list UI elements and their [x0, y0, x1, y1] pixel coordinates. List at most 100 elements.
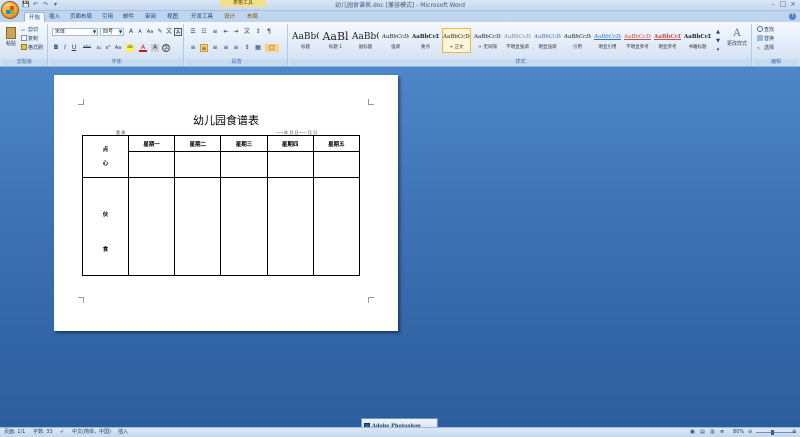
- header-monday[interactable]: 星期一: [127, 135, 176, 152]
- document-page[interactable]: 幼儿园食谱表 第 周 ——年 月 日—— 月 日 点 心 星期一 星期二 星期三…: [54, 75, 398, 331]
- phonetic-guide-icon[interactable]: 文: [165, 28, 173, 36]
- numbering-icon[interactable]: ☷: [200, 28, 208, 36]
- change-case-icon[interactable]: Aa: [146, 28, 154, 36]
- style-quote[interactable]: AaBbCcDd 引用: [563, 28, 592, 53]
- meals-label-cell[interactable]: 伙 食: [82, 177, 129, 276]
- header-wednesday[interactable]: 星期三: [220, 135, 268, 152]
- help-icon[interactable]: ?: [789, 13, 796, 20]
- justify-icon[interactable]: ≡: [222, 44, 230, 52]
- table-cell[interactable]: [312, 177, 361, 276]
- style-subtle-emphasis[interactable]: AaBbCcDd 不明显强调: [503, 28, 532, 53]
- view-reading-icon[interactable]: ▤: [700, 428, 705, 437]
- view-outline-icon[interactable]: ≣: [720, 428, 724, 437]
- menu-table[interactable]: 点 心 星期一 星期二 星期三 星期四 星期五 伙 食: [82, 135, 361, 276]
- styles-more-icon[interactable]: ▾: [714, 46, 722, 54]
- style-intense-quote[interactable]: AaBbCcDd 明显引用: [593, 28, 622, 53]
- chinese-layout-icon[interactable]: 文: [243, 28, 251, 36]
- align-left-icon[interactable]: ≡: [189, 44, 197, 52]
- font-size-select[interactable]: 四号 ▼: [100, 28, 124, 36]
- italic-icon[interactable]: I: [61, 44, 69, 52]
- underline-icon[interactable]: U: [70, 44, 78, 52]
- find-button[interactable]: 查找: [757, 26, 774, 34]
- snack-label-cell[interactable]: 点 心: [82, 135, 129, 178]
- style-title[interactable]: AaBbC 标题: [291, 28, 320, 53]
- insert-mode-indicator[interactable]: 插入: [118, 428, 128, 437]
- paste-button[interactable]: 粘贴: [4, 27, 18, 51]
- tab-review[interactable]: 审阅: [141, 12, 160, 22]
- increase-indent-icon[interactable]: ⇥: [232, 28, 240, 36]
- maximize-button[interactable]: □: [778, 0, 788, 9]
- tab-table-design[interactable]: 设计: [220, 12, 239, 22]
- zoom-in-icon[interactable]: ⊕: [792, 428, 796, 437]
- table-cell[interactable]: [174, 151, 222, 178]
- table-cell[interactable]: [220, 151, 268, 178]
- copy-button[interactable]: 复制: [21, 35, 38, 43]
- multilevel-list-icon[interactable]: ≡: [211, 28, 219, 36]
- enclose-characters-icon[interactable]: 字: [162, 44, 170, 52]
- view-web-icon[interactable]: ▥: [710, 428, 715, 437]
- styles-scroll-up-icon[interactable]: ▲: [714, 28, 722, 36]
- header-tuesday[interactable]: 星期二: [174, 135, 222, 152]
- line-spacing-icon[interactable]: ↕: [243, 44, 251, 52]
- zoom-level[interactable]: 80%: [733, 428, 744, 437]
- style-no-spacing[interactable]: AaBbCcDd + 无间隔: [473, 28, 502, 53]
- style-strong[interactable]: AaBbCcDd 要点: [411, 28, 440, 53]
- shrink-font-icon[interactable]: A: [136, 28, 144, 36]
- superscript-icon[interactable]: x²: [104, 44, 112, 52]
- select-button[interactable]: ↖ 选择: [757, 44, 774, 52]
- header-thursday[interactable]: 星期四: [266, 135, 314, 152]
- bold-icon[interactable]: B: [52, 44, 60, 52]
- character-border-icon[interactable]: A: [174, 28, 182, 36]
- header-friday[interactable]: 星期五: [312, 135, 361, 152]
- style-subtitle[interactable]: AaBbC 副标题: [351, 28, 380, 53]
- text-effects-icon[interactable]: Aa: [114, 44, 122, 52]
- style-normal[interactable]: AaBbCcDd + 正文: [442, 28, 471, 53]
- highlight-icon[interactable]: ab: [126, 44, 134, 52]
- table-cell[interactable]: [127, 177, 176, 276]
- tab-developer[interactable]: 开发工具: [187, 12, 217, 22]
- close-button[interactable]: ×: [788, 0, 798, 9]
- tab-insert[interactable]: 插入: [45, 12, 64, 22]
- align-right-icon[interactable]: ≡: [211, 44, 219, 52]
- replace-button[interactable]: 替换: [757, 35, 774, 43]
- minimize-button[interactable]: –: [768, 0, 778, 9]
- tab-table-layout[interactable]: 布局: [243, 12, 262, 22]
- character-shading-icon[interactable]: A: [151, 44, 159, 52]
- style-intense-emphasis[interactable]: AaBbCcDd 明显强调: [533, 28, 562, 53]
- font-name-select[interactable]: 宋体 ▼: [52, 28, 98, 36]
- strikethrough-icon[interactable]: abc: [80, 44, 94, 52]
- bullets-icon[interactable]: ☰: [189, 28, 197, 36]
- subscript-icon[interactable]: x₂: [95, 44, 103, 52]
- borders-icon[interactable]: ▢: [265, 44, 279, 52]
- table-cell[interactable]: [127, 151, 176, 178]
- language-indicator[interactable]: 中文(简体，中国): [72, 428, 111, 437]
- style-heading-1[interactable]: AaBl 标题 1: [321, 28, 350, 53]
- table-cell[interactable]: [174, 177, 222, 276]
- distributed-icon[interactable]: ≡: [232, 44, 240, 52]
- zoom-slider-thumb[interactable]: [771, 430, 774, 435]
- font-color-icon[interactable]: A: [139, 44, 147, 52]
- style-subtle-reference[interactable]: AaBbCcDd 不明显参考: [623, 28, 652, 53]
- cut-button[interactable]: ✂ 剪切: [21, 26, 38, 34]
- style-book-title[interactable]: AaBbCcDd 书籍标题: [683, 28, 712, 53]
- table-cell[interactable]: [266, 151, 314, 178]
- table-cell[interactable]: [266, 177, 314, 276]
- tab-home[interactable]: 开始: [24, 12, 46, 22]
- styles-scroll-down-icon[interactable]: ▼: [714, 37, 722, 45]
- shading-icon[interactable]: ▦: [254, 44, 262, 52]
- table-cell[interactable]: [312, 151, 361, 178]
- zoom-out-icon[interactable]: ⊖: [748, 428, 752, 437]
- show-marks-icon[interactable]: ¶: [265, 28, 273, 36]
- page-count[interactable]: 页面: 1/1: [4, 428, 25, 437]
- style-emphasis[interactable]: AaBbCcDd 强调: [381, 28, 410, 53]
- format-painter-button[interactable]: 格式刷: [21, 44, 43, 52]
- tab-page-layout[interactable]: 页面布局: [66, 12, 96, 22]
- style-intense-reference[interactable]: AaBbCcDd 明显参考: [653, 28, 682, 53]
- word-count[interactable]: 字数: 33: [33, 428, 53, 437]
- decrease-indent-icon[interactable]: ⇤: [222, 28, 230, 36]
- grow-font-icon[interactable]: A: [127, 28, 135, 36]
- office-button[interactable]: [1, 1, 19, 19]
- proofing-icon[interactable]: ✔: [60, 428, 64, 437]
- tab-references[interactable]: 引用: [98, 12, 117, 22]
- tab-mailings[interactable]: 邮件: [119, 12, 138, 22]
